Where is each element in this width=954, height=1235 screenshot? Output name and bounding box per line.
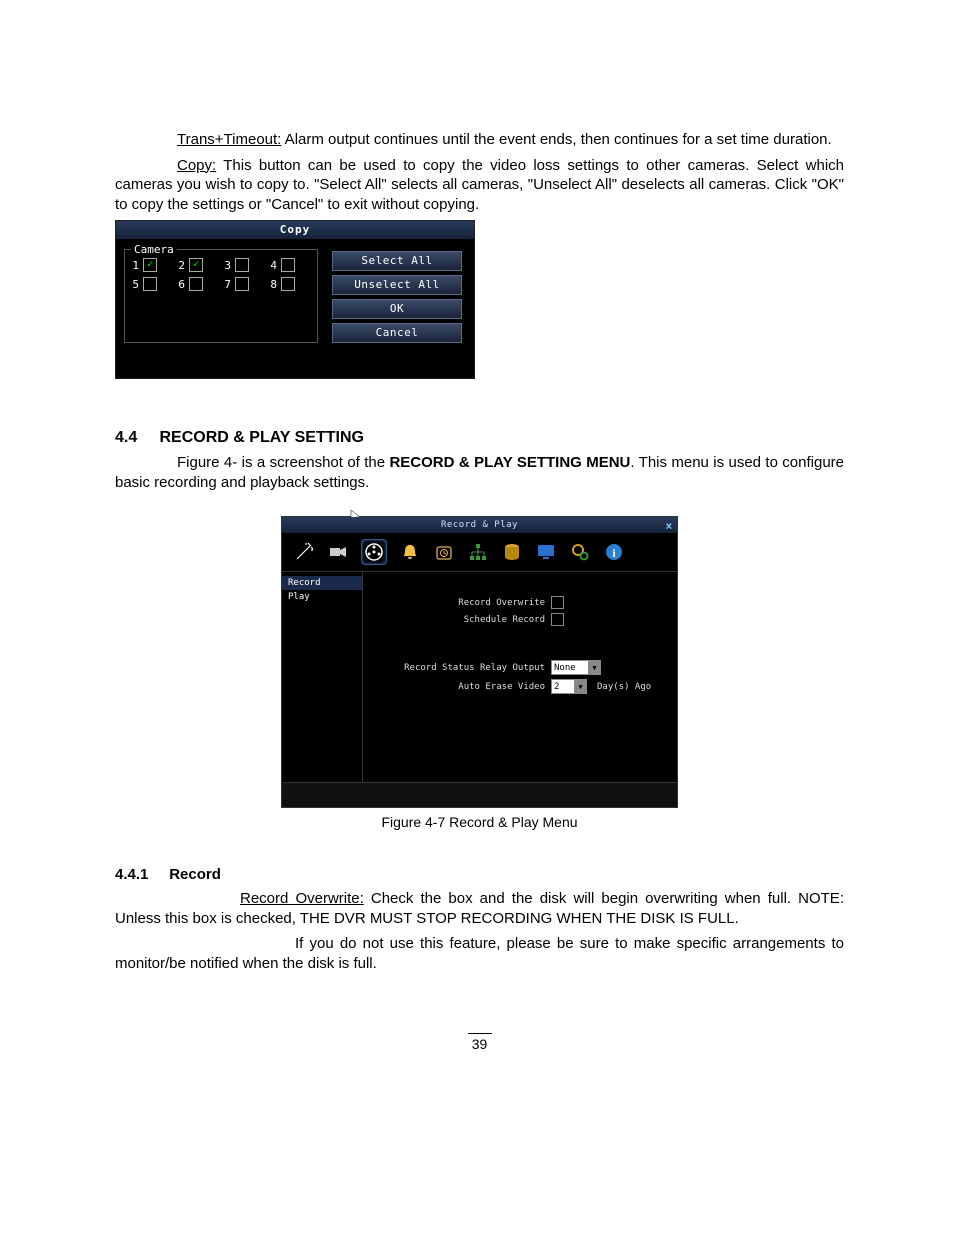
close-icon[interactable]: × — [665, 518, 673, 534]
cam-label-1: 1 — [131, 259, 139, 272]
subsection-heading: 4.4.1 Record — [115, 866, 844, 883]
bell-icon[interactable] — [400, 542, 420, 562]
label-auto-erase: Auto Erase Video — [375, 682, 551, 692]
text-record-overwrite: Check the box and the disk will begin ov… — [115, 890, 844, 927]
label-trans-timeout: Trans+Timeout: — [177, 131, 281, 148]
camera-icon[interactable] — [328, 542, 348, 562]
cam-checkbox-8[interactable] — [281, 277, 295, 291]
copy-dialog: Copy Camera 1 ✓ 2 ✓ 3 4 5 6 7 8 Select All — [115, 220, 475, 379]
cam-label-3: 3 — [223, 259, 231, 272]
subsection-title: Record — [169, 866, 221, 883]
cam-checkbox-6[interactable] — [189, 277, 203, 291]
cam-label-7: 7 — [223, 278, 231, 291]
section-heading: 4.4 RECORD & PLAY SETTING — [115, 429, 844, 447]
cam-label-2: 2 — [177, 259, 185, 272]
paragraph-copy: Copy: This button can be used to copy th… — [115, 156, 844, 215]
copy-dialog-title: Copy — [116, 221, 474, 239]
label-relay-output: Record Status Relay Output — [375, 663, 551, 673]
text-p3b: RECORD & PLAY SETTING MENU — [389, 454, 630, 471]
label-copy: Copy: — [177, 157, 216, 174]
gear-icon[interactable] — [570, 542, 590, 562]
figure-caption: Figure 4-7 Record & Play Menu — [115, 814, 844, 830]
camera-fieldset: Camera 1✓ 2✓ 3 4 5 6 7 8 — [124, 249, 318, 343]
record-play-title-text: Record & Play — [441, 520, 518, 530]
sidebar-item-record[interactable]: Record — [282, 576, 362, 590]
label-days-ago: Day(s) Ago — [587, 682, 651, 692]
display-icon[interactable] — [536, 542, 556, 562]
checkbox-schedule-record[interactable] — [551, 613, 564, 626]
section-title: RECORD & PLAY SETTING — [159, 429, 363, 446]
text-trans-timeout: Alarm output continues until the event e… — [281, 131, 831, 148]
text-note: If you do not use this feature, please b… — [115, 935, 844, 972]
reel-icon[interactable] — [362, 540, 386, 564]
select-auto-erase[interactable]: 2 — [551, 679, 575, 694]
label-record-overwrite-text: Record Overwrite: — [240, 890, 364, 907]
select-relay-output[interactable]: None — [551, 660, 589, 675]
storage-icon[interactable] — [502, 542, 522, 562]
sidebar: Record Play — [282, 572, 363, 782]
record-play-window: Record & Play × i Record Play — [281, 516, 678, 808]
bottom-bar — [282, 782, 677, 807]
cam-label-6: 6 — [177, 278, 185, 291]
cam-checkbox-2[interactable]: ✓ — [189, 258, 203, 272]
cam-label-5: 5 — [131, 278, 139, 291]
content-panel: Record Overwrite Schedule Record Record … — [363, 572, 677, 782]
cam-checkbox-7[interactable] — [235, 277, 249, 291]
paragraph-record-play-intro: Figure 4- is a screenshot of the RECORD … — [115, 453, 844, 492]
cam-checkbox-3[interactable] — [235, 258, 249, 272]
record-play-title: Record & Play × — [282, 517, 677, 533]
camera-legend: Camera — [131, 243, 177, 256]
cam-checkbox-5[interactable] — [143, 277, 157, 291]
paragraph-note: If you do not use this feature, please b… — [115, 934, 844, 973]
cam-label-8: 8 — [269, 278, 277, 291]
cam-checkbox-1[interactable]: ✓ — [143, 258, 157, 272]
checkbox-record-overwrite[interactable] — [551, 596, 564, 609]
paragraph-trans-timeout: Trans+Timeout: Alarm output continues un… — [115, 130, 844, 150]
ok-button[interactable]: OK — [332, 299, 462, 319]
chevron-down-icon[interactable]: ▼ — [589, 660, 601, 675]
text-p3a: Figure 4- is a screenshot of the — [177, 454, 389, 471]
label-record-overwrite: Record Overwrite — [375, 598, 551, 608]
toolbar: i — [282, 533, 677, 572]
section-number: 4.4 — [115, 429, 137, 446]
select-all-button[interactable]: Select All — [332, 251, 462, 271]
label-schedule-record: Schedule Record — [375, 615, 551, 625]
clock-icon[interactable] — [434, 542, 454, 562]
page-number: 39 — [115, 1033, 844, 1052]
unselect-all-button[interactable]: Unselect All — [332, 275, 462, 295]
cam-checkbox-4[interactable] — [281, 258, 295, 272]
subsection-number: 4.4.1 — [115, 866, 148, 883]
paragraph-record-overwrite: Record Overwrite: Check the box and the … — [115, 889, 844, 928]
cancel-button[interactable]: Cancel — [332, 323, 462, 343]
cam-label-4: 4 — [269, 259, 277, 272]
text-copy: This button can be used to copy the vide… — [115, 157, 844, 213]
network-icon[interactable] — [468, 542, 488, 562]
wand-icon[interactable] — [294, 542, 314, 562]
sidebar-item-play[interactable]: Play — [282, 590, 362, 604]
info-icon[interactable]: i — [604, 542, 624, 562]
chevron-down-icon-2[interactable]: ▼ — [575, 679, 587, 694]
